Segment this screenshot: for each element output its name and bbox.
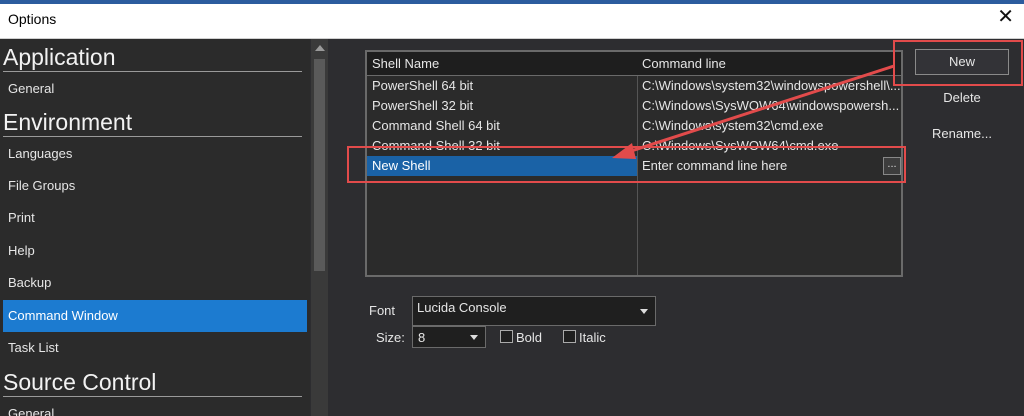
size-select-value: 8 [418,330,426,345]
sidebar-item-print[interactable]: Print [3,202,307,234]
font-label: Font [369,303,396,318]
chevron-down-icon [640,309,648,314]
section-title-source-control: Source Control [3,369,157,395]
table-row-name[interactable]: Command Shell 32 bit [367,136,637,156]
shells-table: Shell Name Command line PowerShell 64 bi… [365,50,903,277]
browse-button[interactable]: ... [883,157,901,175]
sidebar-item-source-control-general[interactable]: General [3,398,307,416]
new-button[interactable]: New [915,49,1009,75]
title-bar: Options ✕ [0,0,1024,39]
table-row-name[interactable]: Command Shell 64 bit [367,116,637,136]
options-sidebar: Application General Environment Language… [0,39,310,416]
section-title-application: Application [3,44,116,70]
chevron-down-icon [470,335,478,340]
section-divider [3,396,302,397]
new-shell-command-input[interactable]: Enter command line here [637,156,877,176]
sidebar-item-file-groups[interactable]: File Groups [3,170,307,202]
sidebar-item-task-list[interactable]: Task List [3,332,307,364]
section-divider [3,136,302,137]
italic-checkbox[interactable] [563,330,576,343]
table-row-command[interactable]: C:\Windows\SysWOW64\cmd.exe [637,136,901,156]
table-row-name[interactable]: PowerShell 32 bit [367,96,637,116]
sidebar-item-general[interactable]: General [3,73,307,105]
font-select[interactable]: Lucida Console [412,296,656,326]
sidebar-scrollbar[interactable] [311,39,328,416]
section-divider [3,71,302,72]
sidebar-item-languages[interactable]: Languages [3,138,307,170]
table-row-command[interactable]: C:\Windows\system32\cmd.exe [637,116,901,136]
column-header-shell-name[interactable]: Shell Name [367,52,638,76]
close-icon[interactable]: ✕ [997,7,1014,27]
window-title: Options [8,11,57,27]
table-row-command[interactable]: C:\Windows\system32\windowspowershell\..… [637,76,901,96]
bold-label: Bold [516,330,543,345]
table-row-name[interactable]: PowerShell 64 bit [367,76,637,96]
table-row-command[interactable]: C:\Windows\SysWOW64\windowspowersh... [637,96,901,116]
sidebar-item-help[interactable]: Help [3,235,307,267]
column-header-command-line[interactable]: Command line [637,52,901,76]
sidebar-item-backup[interactable]: Backup [3,267,307,299]
section-title-environment: Environment [3,109,133,135]
italic-label: Italic [579,330,606,345]
sidebar-item-command-window[interactable]: Command Window [3,300,307,332]
size-select[interactable]: 8 [412,326,486,348]
window-top-strip [0,0,1024,4]
new-shell-name-cell[interactable]: New Shell [367,156,637,176]
delete-button[interactable]: Delete [915,86,1009,112]
scroll-up-arrow-icon[interactable] [315,45,325,51]
font-select-value: Lucida Console [417,300,507,315]
scrollbar-thumb[interactable] [314,59,325,271]
rename-button[interactable]: Rename... [915,122,1009,148]
bold-checkbox[interactable] [500,330,513,343]
size-label: Size: [376,330,405,345]
